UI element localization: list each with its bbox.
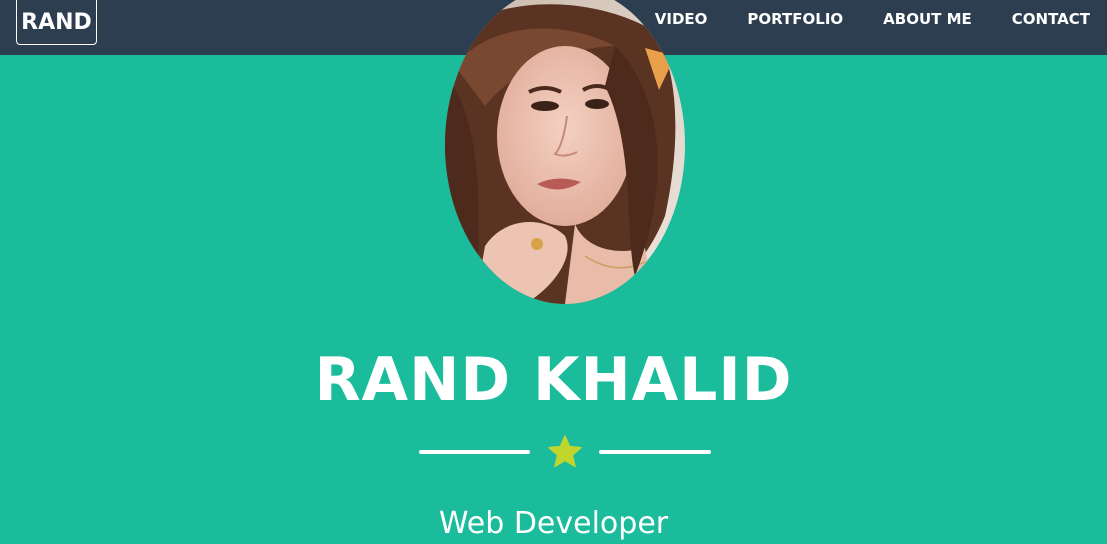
star-divider xyxy=(419,432,711,472)
profile-role: Web Developer xyxy=(438,506,669,541)
nav-link-portfolio[interactable]: PORTFOLIO xyxy=(747,10,843,28)
profile-name: RAND KHALID xyxy=(314,345,793,415)
divider-line-left xyxy=(419,450,530,454)
nav-link-contact[interactable]: CONTACT xyxy=(1012,10,1090,28)
star-icon xyxy=(548,435,582,468)
nav-link-video[interactable]: VIDEO xyxy=(655,10,708,28)
nav-links: VIDEO PORTFOLIO ABOUT ME CONTACT xyxy=(615,0,1090,37)
nav-link-about-me[interactable]: ABOUT ME xyxy=(883,10,972,28)
brand-logo[interactable]: RAND xyxy=(16,0,97,45)
profile-photo xyxy=(445,0,685,304)
divider-line-right xyxy=(599,450,711,454)
